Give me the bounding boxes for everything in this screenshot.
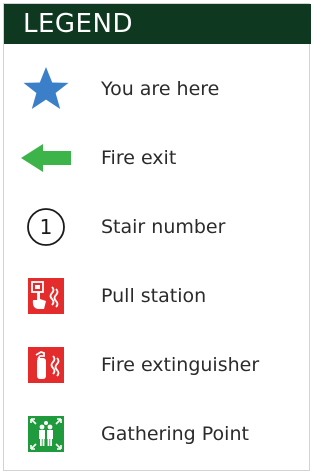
legend-title: LEGEND	[23, 9, 133, 39]
legend-item-label: You are here	[101, 78, 220, 100]
legend-item-fire-exit: Fire exit	[4, 128, 311, 188]
fire-extinguisher-icon	[21, 335, 71, 395]
gathering-point-icon	[21, 404, 71, 464]
legend-header: LEGEND	[4, 4, 311, 44]
pull-station-icon	[21, 266, 71, 326]
stair-number-text: 1	[40, 215, 53, 239]
legend-item-stair-number: 1 Stair number	[4, 197, 311, 257]
star-icon	[21, 59, 71, 119]
legend-item-label: Fire extinguisher	[101, 354, 260, 376]
legend-panel: LEGEND You are here Fire exit 1 Stair nu…	[3, 3, 311, 471]
legend-item-label: Gathering Point	[101, 423, 249, 445]
arrow-left-icon	[21, 128, 71, 188]
legend-item-label: Fire exit	[101, 147, 177, 169]
legend-item-you-are-here: You are here	[4, 59, 311, 119]
legend-item-label: Pull station	[101, 285, 207, 307]
circled-number-icon: 1	[21, 197, 71, 257]
legend-item-gathering-point: Gathering Point	[4, 404, 311, 464]
legend-item-pull-station: Pull station	[4, 266, 311, 326]
legend-item-fire-extinguisher: Fire extinguisher	[4, 335, 311, 395]
legend-item-label: Stair number	[101, 216, 226, 238]
